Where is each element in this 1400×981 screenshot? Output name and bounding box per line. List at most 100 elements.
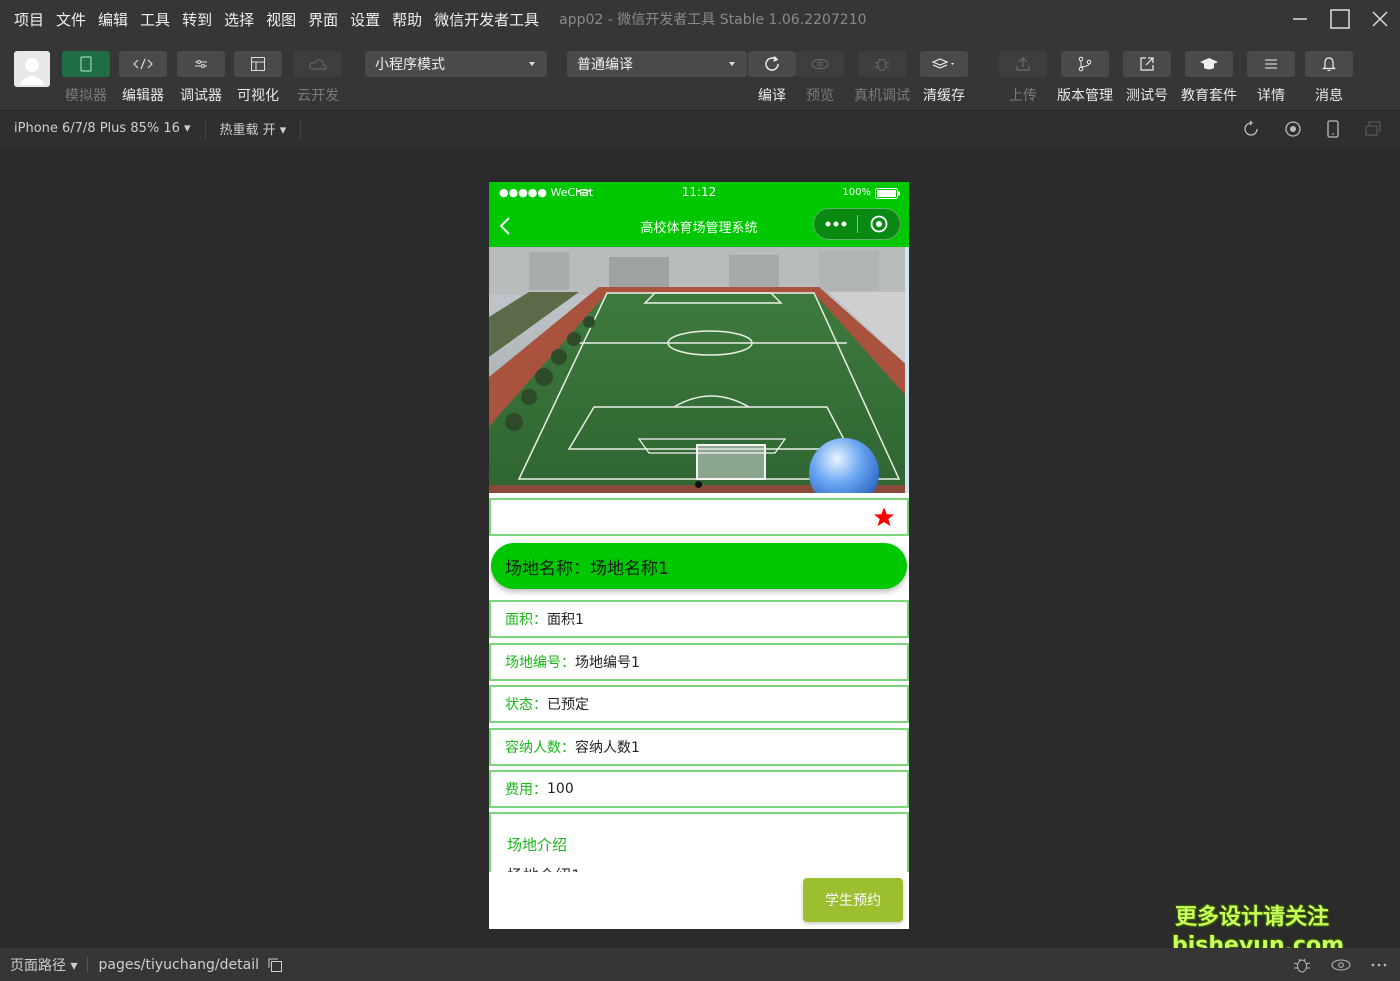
cloud-label: 云开发 [297,88,339,104]
cloud-button[interactable] [294,51,342,77]
menu-project[interactable]: 项目 [8,9,50,30]
upload-button[interactable] [999,51,1047,77]
device-select[interactable]: iPhone 6/7/8 Plus 85% 16 ▾ [0,111,205,147]
detail-row-venue-no: 场地编号： 场地编号1 [489,643,909,681]
area-value: 面积1 [547,612,584,628]
detail-row-fee: 费用： 100 [489,770,909,808]
close-mini-program-icon[interactable] [870,215,888,233]
record-icon[interactable] [1284,120,1302,138]
rotate-icon[interactable] [1242,120,1260,138]
compile-select[interactable]: 普通编译 [567,51,747,77]
page-path-value: pages/tiyuchang/detail [98,956,259,973]
menu-select[interactable]: 选择 [218,9,260,30]
mode-select[interactable]: 小程序模式 [365,51,547,77]
menu-tools[interactable]: 工具 [134,9,176,30]
venue-no-value: 场地编号1 [575,655,640,671]
messages-button[interactable] [1305,51,1353,77]
phone-icon [80,56,92,72]
details-button[interactable] [1247,51,1295,77]
page-path-dropdown[interactable]: 页面路径 ▾ [10,955,77,975]
refresh-icon [765,55,779,71]
hot-reload-toggle[interactable]: 热重载 开 ▾ [206,111,301,147]
window-title: app02 - 微信开发者工具 Stable 1.06.2207210 [559,12,867,28]
chevron-down-icon [529,62,535,66]
main-menu: 项目 文件 编辑 工具 转到 选择 视图 界面 设置 帮助 微信开发者工具 [8,9,545,30]
cloud-icon [309,59,327,70]
detail-row-status: 状态： 已预定 [489,685,909,723]
venue-no-label: 场地编号： [505,655,575,671]
editor-label: 编辑器 [122,88,164,104]
eye-icon[interactable] [1330,958,1352,972]
venue-image-swiper[interactable] [489,247,909,493]
menu-interface[interactable]: 界面 [302,9,344,30]
preview-button[interactable] [796,51,844,77]
menu-file[interactable]: 文件 [50,9,92,30]
upload-icon [1016,57,1030,71]
edu-suite-label: 教育套件 [1181,88,1237,104]
debugger-button[interactable] [177,51,225,77]
student-booking-button[interactable]: 学生预约 [803,878,903,922]
code-icon [133,58,153,70]
battery-icon [875,188,900,199]
phone-simulator: ●●●●● WeChat 11:12 100% 高校体育场管理系统 场地名称：场… [489,182,909,929]
menu-devtools[interactable]: 微信开发者工具 [428,9,545,30]
detach-window-icon[interactable] [1364,120,1382,138]
maximize-button[interactable] [1320,0,1360,38]
avatar[interactable] [14,51,50,87]
swiper-indicator-dot[interactable] [695,481,702,488]
remote-debug-button[interactable] [858,51,906,77]
simulator-label: 模拟器 [65,88,107,104]
version-button[interactable] [1061,51,1109,77]
page-path: 页面路径 ▾ pages/tiyuchang/detail [10,955,283,975]
menu-goto[interactable]: 转到 [176,9,218,30]
compile-label: 编译 [758,88,786,104]
chevron-down-icon [729,62,735,66]
edu-suite-button[interactable] [1185,51,1233,77]
more-icon[interactable] [1370,962,1388,968]
simulator-button[interactable] [62,51,110,77]
bottom-action-bar: 学生预约 [489,872,909,929]
status-label: 状态： [505,697,547,713]
area-label: 面积： [505,612,547,628]
clear-cache-button[interactable] [920,51,968,77]
phone-icon[interactable] [1326,120,1340,138]
menu-view[interactable]: 视图 [260,9,302,30]
layout-icon [251,57,265,71]
more-icon[interactable] [824,219,848,229]
menu-settings[interactable]: 设置 [344,9,386,30]
capacity-label: 容纳人数： [505,740,575,756]
debugger-icon [195,60,207,68]
status-value: 已预定 [547,697,589,713]
visual-button[interactable] [234,51,282,77]
menu-help[interactable]: 帮助 [386,9,428,30]
version-label: 版本管理 [1057,88,1113,104]
phone-nav-bar: 高校体育场管理系统 [489,204,909,247]
toolbar: 模拟器 编辑器 调试器 可视化 云开发 小程序模式 普通编译 编译 预览 真机调… [0,38,1400,110]
minimize-button[interactable] [1280,0,1320,38]
compile-select-value: 普通编译 [577,57,633,73]
bottom-tools [1292,948,1388,981]
capacity-value: 容纳人数1 [575,740,640,756]
venue-name-banner: 场地名称：场地名称1 [491,543,907,589]
editor-button[interactable] [119,51,167,77]
intro-title: 场地介绍 [507,836,568,854]
details-label: 详情 [1257,88,1285,104]
test-account-button[interactable] [1123,51,1171,77]
bottom-status-bar: 页面路径 ▾ pages/tiyuchang/detail [0,948,1400,981]
bug-icon[interactable] [1292,956,1312,974]
menu-bar: 项目 文件 编辑 工具 转到 选择 视图 界面 设置 帮助 微信开发者工具 ap… [0,0,1400,38]
clear-cache-label: 清缓存 [923,88,965,104]
menu-icon [1265,59,1277,69]
debugger-label: 调试器 [180,88,222,104]
close-button[interactable] [1360,0,1400,38]
messages-label: 消息 [1315,88,1343,104]
star-icon[interactable] [873,506,895,528]
compile-button[interactable] [748,51,796,77]
maximize-icon [1330,9,1350,29]
capsule-divider [857,215,858,233]
bell-icon [1322,57,1336,71]
window-controls [1280,0,1400,38]
menu-edit[interactable]: 编辑 [92,9,134,30]
copy-icon[interactable] [267,957,283,973]
simulator-subbar: iPhone 6/7/8 Plus 85% 16 ▾ 热重载 开 ▾ [0,110,1400,146]
